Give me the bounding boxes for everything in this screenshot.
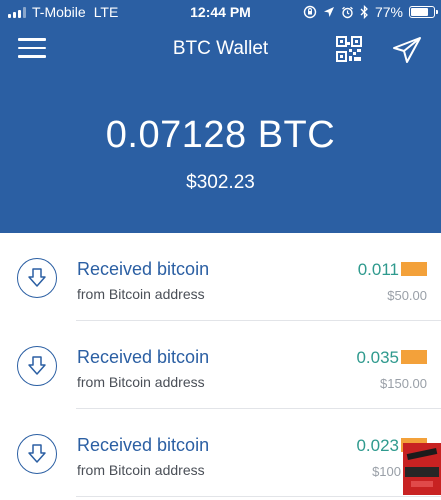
overlay-badge xyxy=(403,443,441,495)
redaction-mark xyxy=(401,262,427,276)
transaction-row[interactable]: Received bitcoin from Bitcoin address 0.… xyxy=(0,233,441,321)
redaction-mark xyxy=(401,350,427,364)
transaction-title: Received bitcoin xyxy=(77,435,210,455)
location-icon xyxy=(323,7,334,17)
battery-percent: 77% xyxy=(374,4,403,20)
alarm-icon xyxy=(342,6,353,18)
transaction-amount: 0.011 xyxy=(357,260,399,279)
qr-code-icon[interactable] xyxy=(336,36,362,62)
row-divider xyxy=(76,496,441,497)
transaction-title: Received bitcoin xyxy=(77,347,210,367)
status-bar: T-Mobile LTE 12:44 PM 77% xyxy=(0,0,441,24)
bluetooth-icon xyxy=(360,5,368,19)
transaction-fiat: $50.00 xyxy=(387,288,427,303)
orientation-lock-icon xyxy=(303,5,317,19)
nav-bar: BTC Wallet xyxy=(0,30,441,70)
transaction-list: Received bitcoin from Bitcoin address 0.… xyxy=(0,233,441,497)
btc-balance: 0.07128 BTC xyxy=(105,114,336,156)
fiat-balance: $302.23 xyxy=(186,172,255,193)
transaction-amount: 0.035 xyxy=(356,348,399,367)
receive-arrow-icon xyxy=(17,346,57,386)
transaction-subtitle: from Bitcoin address xyxy=(77,462,205,478)
transaction-subtitle: from Bitcoin address xyxy=(77,286,205,302)
transaction-row[interactable]: Received bitcoin from Bitcoin address 0.… xyxy=(0,409,441,497)
transaction-fiat: $100 xyxy=(372,464,401,479)
send-icon[interactable] xyxy=(392,36,422,64)
transaction-subtitle: from Bitcoin address xyxy=(77,374,205,390)
transaction-amount: 0.023 xyxy=(356,436,399,455)
transaction-fiat: $150.00 xyxy=(380,376,427,391)
status-right: 77% xyxy=(303,4,438,20)
battery-level xyxy=(411,8,428,16)
receive-arrow-icon xyxy=(17,258,57,298)
wallet-header: T-Mobile LTE 12:44 PM 77% BTC Wallet 0.0… xyxy=(0,0,441,233)
transaction-title: Received bitcoin xyxy=(77,259,210,279)
page-title: BTC Wallet xyxy=(172,38,269,59)
battery-icon xyxy=(409,6,438,18)
receive-arrow-icon xyxy=(17,434,57,474)
transaction-row[interactable]: Received bitcoin from Bitcoin address 0.… xyxy=(0,321,441,409)
